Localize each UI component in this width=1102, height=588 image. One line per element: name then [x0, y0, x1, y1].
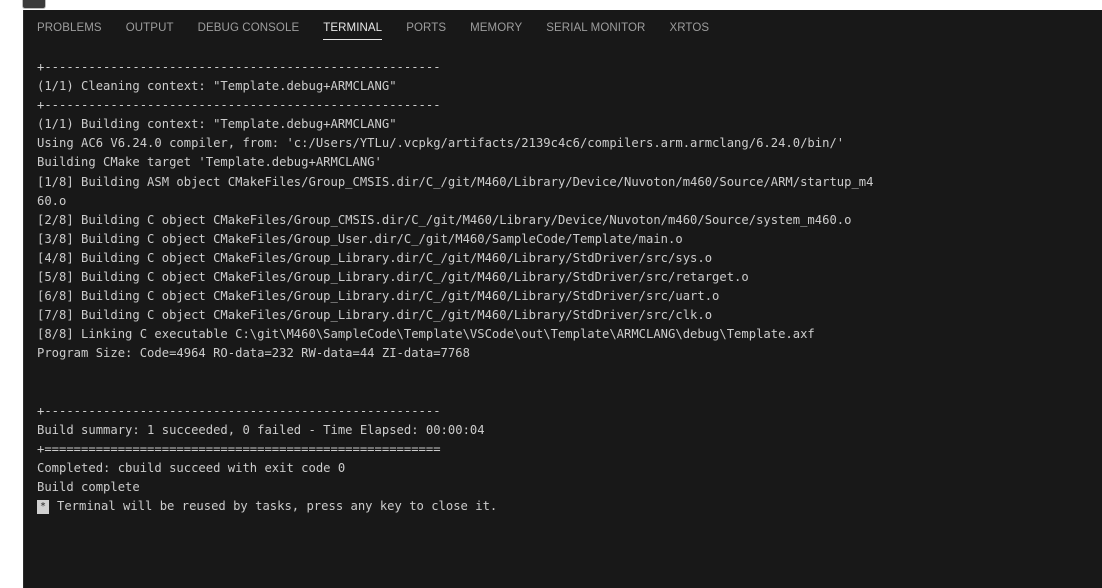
terminal-line: [5/8] Building C object CMakeFiles/Group… [37, 270, 749, 285]
terminal-line: [6/8] Building C object CMakeFiles/Group… [37, 289, 720, 304]
terminal-line: Program Size: Code=4964 RO-data=232 RW-d… [37, 346, 470, 361]
terminal-line: Using AC6 V6.24.0 compiler, from: 'c:/Us… [37, 136, 845, 151]
tab-serial-monitor[interactable]: SERIAL MONITOR [546, 10, 645, 46]
tab-debug-console[interactable]: DEBUG CONSOLE [198, 10, 300, 46]
terminal-line: [3/8] Building C object CMakeFiles/Group… [37, 231, 683, 246]
terminal-line: +---------------------------------------… [37, 403, 441, 418]
terminal-prompt-line: * Terminal will be reused by tasks, pres… [24, 497, 1102, 516]
terminal-line: 60.o [37, 193, 67, 208]
tab-xrtos[interactable]: XRTOS [669, 10, 709, 46]
terminal-line: Building CMake target 'Template.debug+AR… [37, 155, 382, 170]
tab-ports[interactable]: PORTS [406, 10, 446, 46]
tab-memory[interactable]: MEMORY [470, 10, 522, 46]
terminal-line: (1/1) Building context: "Template.debug+… [37, 117, 397, 132]
terminal-line: Build summary: 1 succeeded, 0 failed - T… [37, 422, 485, 437]
terminal-line: +---------------------------------------… [37, 60, 441, 74]
terminal-final-message: Terminal will be reused by tasks, press … [57, 499, 498, 514]
terminal-line: [7/8] Building C object CMakeFiles/Group… [37, 308, 713, 323]
terminal-line: [8/8] Linking C executable C:\git\M460\S… [37, 327, 815, 342]
terminal-line: Completed: cbuild succeed with exit code… [37, 460, 346, 475]
terminal-line: (1/1) Cleaning context: "Template.debug+… [37, 79, 397, 94]
tab-output[interactable]: OUTPUT [126, 10, 174, 46]
terminal-line: +=======================================… [37, 441, 441, 456]
task-status-icon: * [37, 499, 49, 514]
terminal-line: [4/8] Building C object CMakeFiles/Group… [37, 250, 713, 265]
terminal-output[interactable]: +---------------------------------------… [24, 58, 1102, 588]
panel: PROBLEMS OUTPUT DEBUG CONSOLE TERMINAL P… [23, 10, 1102, 588]
window-chip [22, 0, 46, 9]
tab-terminal[interactable]: TERMINAL [323, 10, 383, 46]
panel-tab-bar: PROBLEMS OUTPUT DEBUG CONSOLE TERMINAL P… [24, 10, 1102, 46]
terminal-line: [1/8] Building ASM object CMakeFiles/Gro… [37, 174, 874, 189]
terminal-line: +---------------------------------------… [37, 98, 441, 113]
terminal-line: Build complete [37, 480, 140, 495]
tab-problems[interactable]: PROBLEMS [37, 10, 102, 46]
top-strip [0, 0, 1102, 10]
terminal-line: [2/8] Building C object CMakeFiles/Group… [37, 212, 852, 227]
